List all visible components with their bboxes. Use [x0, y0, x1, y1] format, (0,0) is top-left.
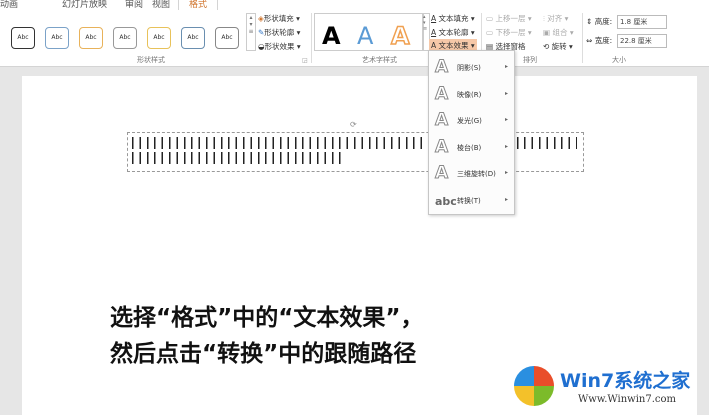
- submenu-arrow-icon: ▸: [504, 169, 508, 176]
- shape-outline-button[interactable]: ✎形状轮廓 ▾: [258, 27, 300, 38]
- menu-item-4[interactable]: A 三维旋转(D) ▸: [429, 161, 514, 187]
- shape-effects-button[interactable]: ◒形状效果 ▾: [258, 41, 301, 52]
- submenu-arrow-icon: ▸: [504, 89, 508, 97]
- menu-item-label: 棱台(B): [457, 143, 482, 152]
- width-label: ⇔ 宽度:: [586, 36, 613, 45]
- submenu-arrow-icon: ▸: [504, 142, 508, 150]
- menu-item-2[interactable]: A 发光(G) ▸: [429, 108, 514, 134]
- shape-style-5[interactable]: Abc: [181, 27, 205, 49]
- text-effects-menu: A 阴影(S) ▸ A 映像(R) ▸ A 发光(G) ▸ A 棱台(B) ▸ A 三维旋转(D) ▸ abc…: [428, 50, 515, 215]
- height-label: ⇕ 高度:: [586, 17, 613, 26]
- rotate-button[interactable]: ⟲ 旋转 ▾: [543, 41, 573, 52]
- menu-item-1[interactable]: A 映像(R) ▸: [429, 82, 514, 108]
- watermark-brand: Win7系统之家: [560, 370, 691, 392]
- bring-forward-button[interactable]: ▭ 上移一层 ▾: [486, 13, 532, 24]
- menu-item-label: 映像(R): [457, 90, 482, 99]
- watermark: Win7系统之家 Www.Winwin7.com: [510, 362, 709, 415]
- submenu-arrow-icon: ▸: [504, 195, 508, 203]
- rotate-handle-icon[interactable]: ⟳: [350, 120, 357, 129]
- shape-style-0[interactable]: Abc: [11, 27, 35, 49]
- text-effect-icon: A: [434, 83, 449, 104]
- text-effect-icon: A: [434, 136, 449, 157]
- group-label-shape-styles: 形状样式: [137, 56, 165, 64]
- group-label-arrange: 排列: [523, 56, 537, 64]
- width-input[interactable]: 22.8 厘米: [617, 34, 667, 48]
- shape-style-6[interactable]: Abc: [215, 27, 239, 49]
- menu-item-5[interactable]: abc 转换(T) ▸: [429, 188, 514, 214]
- wordart-blue[interactable]: A: [357, 22, 373, 50]
- shape-style-3[interactable]: Abc: [113, 27, 137, 49]
- menu-item-label: 阴影(S): [457, 64, 481, 72]
- shape-fill-button[interactable]: ◈形状填充 ▾: [258, 13, 300, 24]
- text-effect-icon: A: [434, 110, 449, 131]
- text-effect-icon: A: [434, 57, 449, 78]
- tab-slideshow[interactable]: 幻灯片放映: [62, 0, 107, 10]
- menu-item-0[interactable]: A 阴影(S) ▸: [429, 55, 514, 81]
- gallery-scroll[interactable]: ▴ ▾ ≡: [246, 13, 256, 51]
- menu-item-label: 三维旋转(D): [457, 170, 496, 178]
- width-icon: ⇔: [586, 36, 593, 45]
- height-icon: ⇕: [586, 17, 593, 26]
- instruction-line-2: 然后点击“转换”中的跟随路径: [110, 341, 417, 367]
- text-effect-icon: A: [434, 163, 449, 184]
- watermark-url: Www.Winwin7.com: [578, 394, 676, 405]
- shape-style-1[interactable]: Abc: [45, 27, 69, 49]
- text-outline-icon: A: [431, 28, 437, 37]
- menu-item-label: 转换(T): [457, 196, 481, 205]
- tab-review[interactable]: 审阅: [125, 0, 143, 10]
- ribbon: Abc Abc Abc Abc Abc Abc Abc ▴ ▾ ≡ ◈形状填充 ▾ ✎形状轮廓 …: [0, 10, 709, 67]
- group-label-size: 大小: [612, 56, 626, 64]
- wordart-orange[interactable]: A: [390, 21, 410, 51]
- instruction-line-1: 选择“格式”中的“文本效果”，: [110, 305, 424, 331]
- shape-style-2[interactable]: Abc: [79, 27, 103, 49]
- tab-view[interactable]: 视图: [152, 0, 170, 10]
- transform-icon: abc: [435, 194, 457, 208]
- tab-format[interactable]: 格式: [178, 0, 219, 10]
- windows-logo-icon: [514, 366, 554, 406]
- height-input[interactable]: 1.8 厘米: [617, 15, 667, 29]
- group-button[interactable]: ▣ 组合 ▾: [543, 27, 574, 38]
- send-backward-button[interactable]: ▭ 下移一层 ▾: [486, 27, 532, 38]
- align-button[interactable]: ⫶ 对齐 ▾: [543, 13, 568, 24]
- text-outline-button[interactable]: A 文本轮廓 ▾: [431, 27, 475, 38]
- text-line-2: [132, 152, 342, 164]
- menu-item-label: 发光(G): [457, 117, 482, 125]
- dialog-launcher-icon[interactable]: ◲: [302, 57, 308, 64]
- tab-animation[interactable]: 动画: [0, 0, 18, 10]
- group-label-wordart: 艺术字样式: [362, 56, 397, 64]
- shape-style-4[interactable]: Abc: [147, 27, 171, 49]
- text-fill-icon: A: [431, 14, 437, 23]
- wordart-black[interactable]: A: [322, 22, 341, 50]
- text-effects-icon: A: [431, 41, 437, 50]
- text-fill-button[interactable]: A 文本填充 ▾: [431, 13, 475, 24]
- submenu-arrow-icon: ▸: [504, 63, 508, 70]
- menu-item-3[interactable]: A 棱台(B) ▸: [429, 135, 514, 161]
- submenu-arrow-icon: ▸: [504, 116, 508, 123]
